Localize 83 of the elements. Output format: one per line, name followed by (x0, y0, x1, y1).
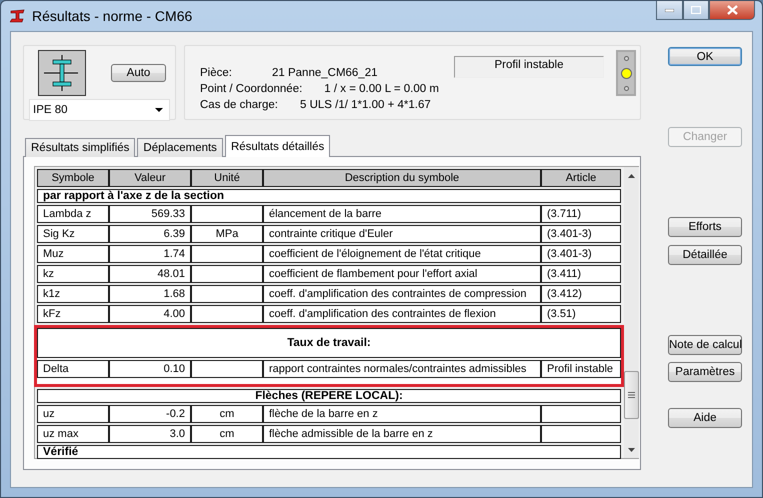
table-cell: cm (192, 406, 262, 422)
table-cell: Delta (38, 361, 108, 377)
table-cell: (3.401-3) (542, 246, 620, 262)
group-heading: Taux de travail: (37, 328, 621, 358)
dialog-button[interactable]: Paramètres (668, 362, 742, 382)
scroll-up-icon[interactable] (628, 174, 635, 178)
dialog-button[interactable]: OK (668, 47, 742, 66)
table-cell: coeff. d'amplification des contraintes de compression (264, 286, 540, 302)
table-cell: (3.51) (542, 306, 620, 322)
window-title: Résultats - norme - CM66 (32, 8, 192, 24)
table-cell: 1.68 (110, 286, 190, 302)
tab[interactable]: Résultats détaillés (224, 135, 330, 157)
table-cell: 48.01 (110, 266, 190, 282)
table-cell: 3.0 (110, 426, 190, 442)
close-icon (726, 5, 738, 15)
auto-button[interactable]: Auto (111, 64, 166, 82)
table-cell: (3.401-3) (542, 226, 620, 242)
tab[interactable]: Déplacements (137, 138, 223, 157)
table-cell: contrainte critique d'Euler (264, 226, 540, 242)
close-button[interactable] (709, 1, 755, 20)
dialog-button[interactable]: Efforts (668, 217, 742, 237)
scroll-down-icon[interactable] (628, 448, 635, 452)
table-cell: rapport contraintes normales/contraintes admissibles (264, 361, 540, 377)
section-heading: par rapport à l'axe z de la section (37, 189, 621, 203)
table-cell: -0.2 (110, 406, 190, 422)
table-cell: 0.10 (110, 361, 190, 377)
table-cell: Lambda z (38, 206, 108, 222)
table-cell: 569.33 (110, 206, 190, 222)
info-label: Pièce: (200, 67, 233, 79)
info-value: 21 Panne_CM66_21 (272, 67, 378, 79)
info-value: 1 / x = 0.00 L = 0.00 m (324, 83, 439, 95)
column-header: Symbole (38, 170, 108, 186)
table-cell: MPa (192, 226, 262, 242)
table-cell (192, 206, 262, 222)
table-cell: kFz (38, 306, 108, 322)
table-cell: cm (192, 426, 262, 442)
table-cell (192, 306, 262, 322)
table-cell: (3.711) (542, 206, 620, 222)
table-cell (192, 246, 262, 262)
profile-dropdown[interactable]: IPE 80 (29, 99, 170, 121)
section-heading: Vérifié (37, 445, 621, 459)
table-cell: 6.39 (110, 226, 190, 242)
info-label: Point / Coordonnée: (200, 83, 302, 95)
tab[interactable]: Résultats simplifiés (25, 138, 136, 157)
app-logo-icon (10, 9, 26, 23)
table-cell (192, 286, 262, 302)
scrollbar[interactable] (624, 167, 639, 458)
table-cell: kz (38, 266, 108, 282)
column-header: Unité (192, 170, 262, 186)
minimize-icon (665, 8, 674, 12)
table-cell: flèche de la barre en z (264, 406, 540, 422)
status-field: Profil instable (454, 56, 604, 78)
maximize-icon (691, 6, 701, 14)
table-cell: uz (38, 406, 108, 422)
minimize-button[interactable] (656, 1, 683, 20)
info-label: Cas de charge: (200, 99, 278, 111)
table-cell: flèche admissible de la barre en z (264, 426, 540, 442)
table-cell: coeff. d'amplification des contraintes de flexion (264, 306, 540, 322)
table-cell: Muz (38, 246, 108, 262)
info-value: 5 ULS /1/ 1*1.00 + 4*1.67 (300, 99, 431, 111)
dropdown-arrow-icon (155, 108, 163, 112)
table-cell: 4.00 (110, 306, 190, 322)
table-cell: coefficient de flambement pour l'effort axial (264, 266, 540, 282)
dialog-button[interactable]: Aide (668, 408, 742, 428)
table-cell: (3.412) (542, 286, 620, 302)
column-header: Valeur (110, 170, 190, 186)
table-cell: (3.411) (542, 266, 620, 282)
table-cell: Profil instable (542, 361, 620, 377)
table-cell: élancement de la barre (264, 206, 540, 222)
dialog-button[interactable]: Note de calcul (668, 335, 742, 355)
table-cell: 1.74 (110, 246, 190, 262)
table-cell: Sig Kz (38, 226, 108, 242)
table-cell: coefficient de l'éloignement de l'état critique (264, 246, 540, 262)
maximize-button[interactable] (683, 1, 709, 20)
column-header: Description du symbole (264, 170, 540, 186)
table-cell: uz max (38, 426, 108, 442)
group-heading: Flèches (REPERE LOCAL): (37, 389, 621, 403)
table-cell (192, 361, 262, 377)
table-cell: k1z (38, 286, 108, 302)
dialog-button[interactable]: Détaillée (668, 245, 742, 265)
table-cell (192, 266, 262, 282)
column-header: Article (542, 170, 620, 186)
scroll-thumb[interactable] (624, 371, 639, 419)
